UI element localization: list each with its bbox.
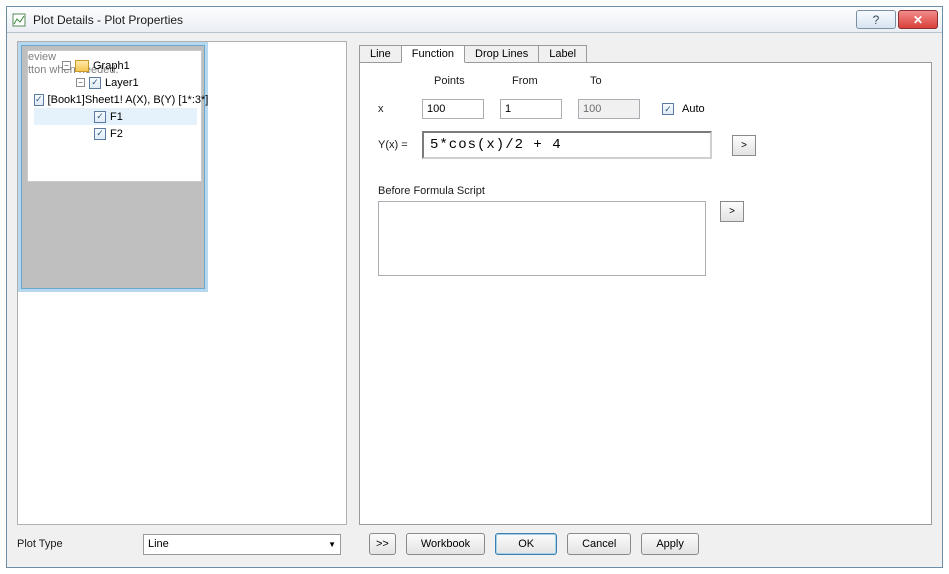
right-pane: Line Function Drop Lines Label Points Fr… bbox=[359, 41, 932, 525]
checkbox-icon[interactable]: ✓ bbox=[94, 128, 106, 140]
main-row: eview tton when needed. − Graph1 bbox=[17, 41, 932, 525]
checkbox-icon: ✓ bbox=[662, 103, 674, 115]
workbook-button[interactable]: Workbook bbox=[406, 533, 485, 555]
formula-more-button[interactable]: > bbox=[732, 135, 756, 156]
tree-label: [Book1]Sheet1! A(X), B(Y) [1*:3*] bbox=[48, 94, 209, 106]
graph-icon bbox=[75, 60, 89, 72]
window-title: Plot Details - Plot Properties bbox=[33, 13, 854, 27]
tab-drop-lines[interactable]: Drop Lines bbox=[464, 45, 539, 62]
tree-node-f1[interactable]: ✓ F1 bbox=[34, 108, 197, 125]
checkbox-icon[interactable]: ✓ bbox=[89, 77, 101, 89]
tree-node-layer[interactable]: − ✓ Layer1 bbox=[34, 74, 197, 91]
tree-frame: eview tton when needed. − Graph1 bbox=[18, 42, 208, 292]
dialog-body: eview tton when needed. − Graph1 bbox=[7, 33, 942, 567]
app-icon bbox=[11, 12, 27, 28]
tree-label: Layer1 bbox=[105, 77, 139, 89]
plot-details-dialog: Plot Details - Plot Properties ? ✕ eview… bbox=[6, 6, 943, 568]
points-input[interactable] bbox=[422, 99, 484, 119]
close-button[interactable]: ✕ bbox=[898, 10, 938, 29]
tree-label: F2 bbox=[110, 128, 123, 140]
to-input bbox=[578, 99, 640, 119]
from-header: From bbox=[512, 75, 590, 87]
from-input[interactable] bbox=[500, 99, 562, 119]
collapse-icon[interactable]: − bbox=[76, 78, 85, 87]
cancel-button[interactable]: Cancel bbox=[567, 533, 631, 555]
tree: − Graph1 − ✓ Layer1 bbox=[34, 57, 197, 142]
tab-label[interactable]: Label bbox=[538, 45, 587, 62]
tab-strip: Line Function Drop Lines Label bbox=[359, 41, 932, 62]
plot-type-select[interactable]: Line ▼ bbox=[143, 534, 341, 555]
tree-node-graph[interactable]: − Graph1 bbox=[34, 57, 197, 74]
bottom-row: Plot Type Line ▼ >> Workbook OK Cancel A… bbox=[17, 525, 932, 557]
titlebar[interactable]: Plot Details - Plot Properties ? ✕ bbox=[7, 7, 942, 33]
plot-type-label: Plot Type bbox=[17, 538, 143, 550]
before-script-label: Before Formula Script bbox=[378, 185, 485, 197]
tab-line[interactable]: Line bbox=[359, 45, 402, 62]
tree-label: F1 bbox=[110, 111, 123, 123]
tree-pane: eview tton when needed. − Graph1 bbox=[17, 41, 347, 525]
x-label: x bbox=[378, 103, 422, 115]
function-panel: Points From To x ✓ Auto bbox=[359, 62, 932, 525]
before-script-input[interactable] bbox=[378, 201, 706, 276]
ok-button[interactable]: OK bbox=[495, 533, 557, 555]
script-more-button[interactable]: > bbox=[720, 201, 744, 222]
yx-label: Y(x) = bbox=[378, 139, 416, 151]
collapse-icon[interactable]: − bbox=[62, 61, 71, 70]
tree-node-plot[interactable]: ✓ [Book1]Sheet1! A(X), B(Y) [1*:3*] bbox=[34, 91, 197, 108]
to-header: To bbox=[590, 75, 668, 87]
checkbox-icon[interactable]: ✓ bbox=[34, 94, 44, 106]
auto-label: Auto bbox=[682, 103, 705, 115]
help-button[interactable]: ? bbox=[856, 10, 896, 29]
formula-input[interactable]: 5*cos(x)/2 + 4 bbox=[422, 131, 712, 159]
auto-checkbox[interactable]: ✓ Auto bbox=[662, 103, 705, 115]
tree-node-f2[interactable]: ✓ F2 bbox=[34, 125, 197, 142]
expand-button[interactable]: >> bbox=[369, 533, 396, 555]
points-header: Points bbox=[434, 75, 512, 87]
plot-type-value: Line bbox=[148, 538, 169, 550]
checkbox-icon[interactable]: ✓ bbox=[94, 111, 106, 123]
chevron-down-icon: ▼ bbox=[328, 540, 336, 549]
tree-area[interactable]: eview tton when needed. − Graph1 bbox=[27, 50, 202, 182]
tree-label: Graph1 bbox=[93, 60, 130, 72]
tab-function[interactable]: Function bbox=[401, 45, 465, 63]
apply-button[interactable]: Apply bbox=[641, 533, 699, 555]
